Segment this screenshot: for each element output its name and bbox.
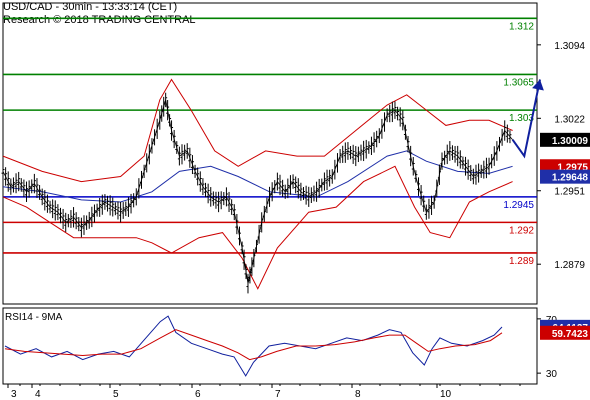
level-label: 1.3065 [503,77,534,88]
y-tick-label: 1.3022 [554,114,585,125]
chart-canvas: 1.3121.30651.3031.29451.2921.2891.30941.… [1,2,590,400]
y-tick-label: 1.2879 [554,260,585,271]
value-label: 1.29648 [552,173,589,184]
x-tick-label: 6 [195,389,201,400]
x-tick-label: 8 [355,389,361,400]
price-panel-frame [2,2,538,305]
rsi-value-label: 59.7423 [552,329,589,340]
moving-average-line [2,150,513,203]
rsi-title: RSI14 - 9MA [5,312,63,323]
x-tick-label: 5 [113,389,119,400]
rsi-ma-line [4,329,503,361]
y-tick-label: 1.3094 [554,41,585,52]
rsi-y-tick-label: 30 [546,369,558,380]
level-label: 1.292 [509,225,534,236]
x-tick-label: 4 [35,389,41,400]
x-tick-label: 7 [275,389,281,400]
x-tick-label: 3 [11,389,17,400]
x-tick-label: 10 [440,389,452,400]
rsi-line [4,315,503,377]
level-label: 1.2945 [503,200,534,211]
bollinger-upper-line [2,78,513,183]
price-line [2,99,513,284]
y-tick-label: 1.2951 [554,187,585,198]
value-label: 1.30009 [552,136,589,147]
bollinger-lower-line [2,165,513,290]
level-label: 1.289 [509,256,534,267]
level-label: 1.312 [509,21,534,32]
